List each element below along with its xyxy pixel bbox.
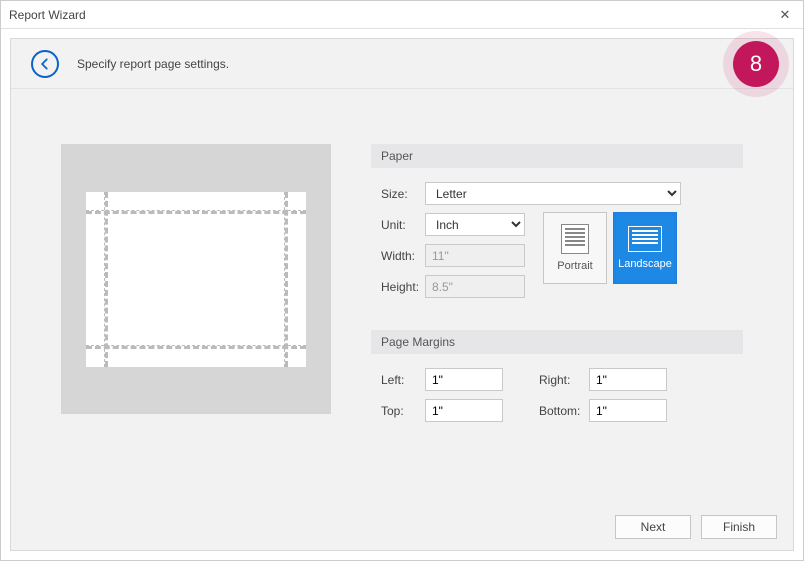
close-button[interactable]: ✕: [775, 5, 795, 25]
arrow-left-icon: [38, 57, 52, 71]
portrait-icon: [561, 224, 589, 254]
preview-margin-right: [284, 192, 288, 367]
paper-controls: Size: Letter Unit: Inch Width:: [371, 182, 743, 298]
height-label: Height:: [381, 280, 425, 294]
left-label: Left:: [381, 373, 425, 387]
wizard-header: Specify report page settings. 8: [11, 39, 793, 89]
row-size: Size: Letter: [371, 182, 743, 205]
back-button[interactable]: [31, 50, 59, 78]
width-label: Width:: [381, 249, 425, 263]
window-title: Report Wizard: [9, 8, 775, 22]
finish-button[interactable]: Finish: [701, 515, 777, 539]
unit-select[interactable]: Inch: [425, 213, 525, 236]
unit-label: Unit:: [381, 218, 425, 232]
portrait-button[interactable]: Portrait: [543, 212, 607, 284]
controls-panel: Paper Size: Letter Unit: Inch: [371, 144, 743, 484]
bottom-input[interactable]: [589, 399, 667, 422]
landscape-button[interactable]: Landscape: [613, 212, 677, 284]
close-icon: ✕: [780, 7, 791, 23]
orientation-group: Portrait Landscape: [543, 212, 677, 284]
landscape-label: Landscape: [618, 258, 672, 270]
report-wizard-window: Report Wizard ✕ Specify report page sett…: [0, 0, 804, 561]
bottom-label: Bottom:: [539, 404, 589, 418]
wizard-content: Specify report page settings. 8 Paper Si…: [10, 38, 794, 551]
preview-margin-left: [104, 192, 108, 367]
titlebar: Report Wizard ✕: [1, 1, 803, 29]
wizard-body: Paper Size: Letter Unit: Inch: [11, 89, 793, 504]
top-label: Top:: [381, 404, 425, 418]
page-preview: [61, 144, 331, 414]
row-top-bottom: Top: Bottom:: [371, 399, 743, 422]
preview-page: [86, 192, 306, 367]
paper-section-header: Paper: [371, 144, 743, 168]
left-input[interactable]: [425, 368, 503, 391]
right-input[interactable]: [589, 368, 667, 391]
row-left-right: Left: Right:: [371, 368, 743, 391]
right-label: Right:: [539, 373, 589, 387]
header-subtitle: Specify report page settings.: [77, 57, 229, 71]
step-badge: 8: [733, 41, 779, 87]
width-input[interactable]: [425, 244, 525, 267]
top-input[interactable]: [425, 399, 503, 422]
preview-margin-top: [86, 210, 306, 214]
size-label: Size:: [381, 187, 425, 201]
landscape-icon: [628, 226, 662, 252]
preview-margin-bottom: [86, 345, 306, 349]
next-button[interactable]: Next: [615, 515, 691, 539]
margins-section-header: Page Margins: [371, 330, 743, 354]
portrait-label: Portrait: [557, 260, 592, 272]
height-input[interactable]: [425, 275, 525, 298]
size-select[interactable]: Letter: [425, 182, 681, 205]
wizard-footer: Next Finish: [11, 504, 793, 550]
